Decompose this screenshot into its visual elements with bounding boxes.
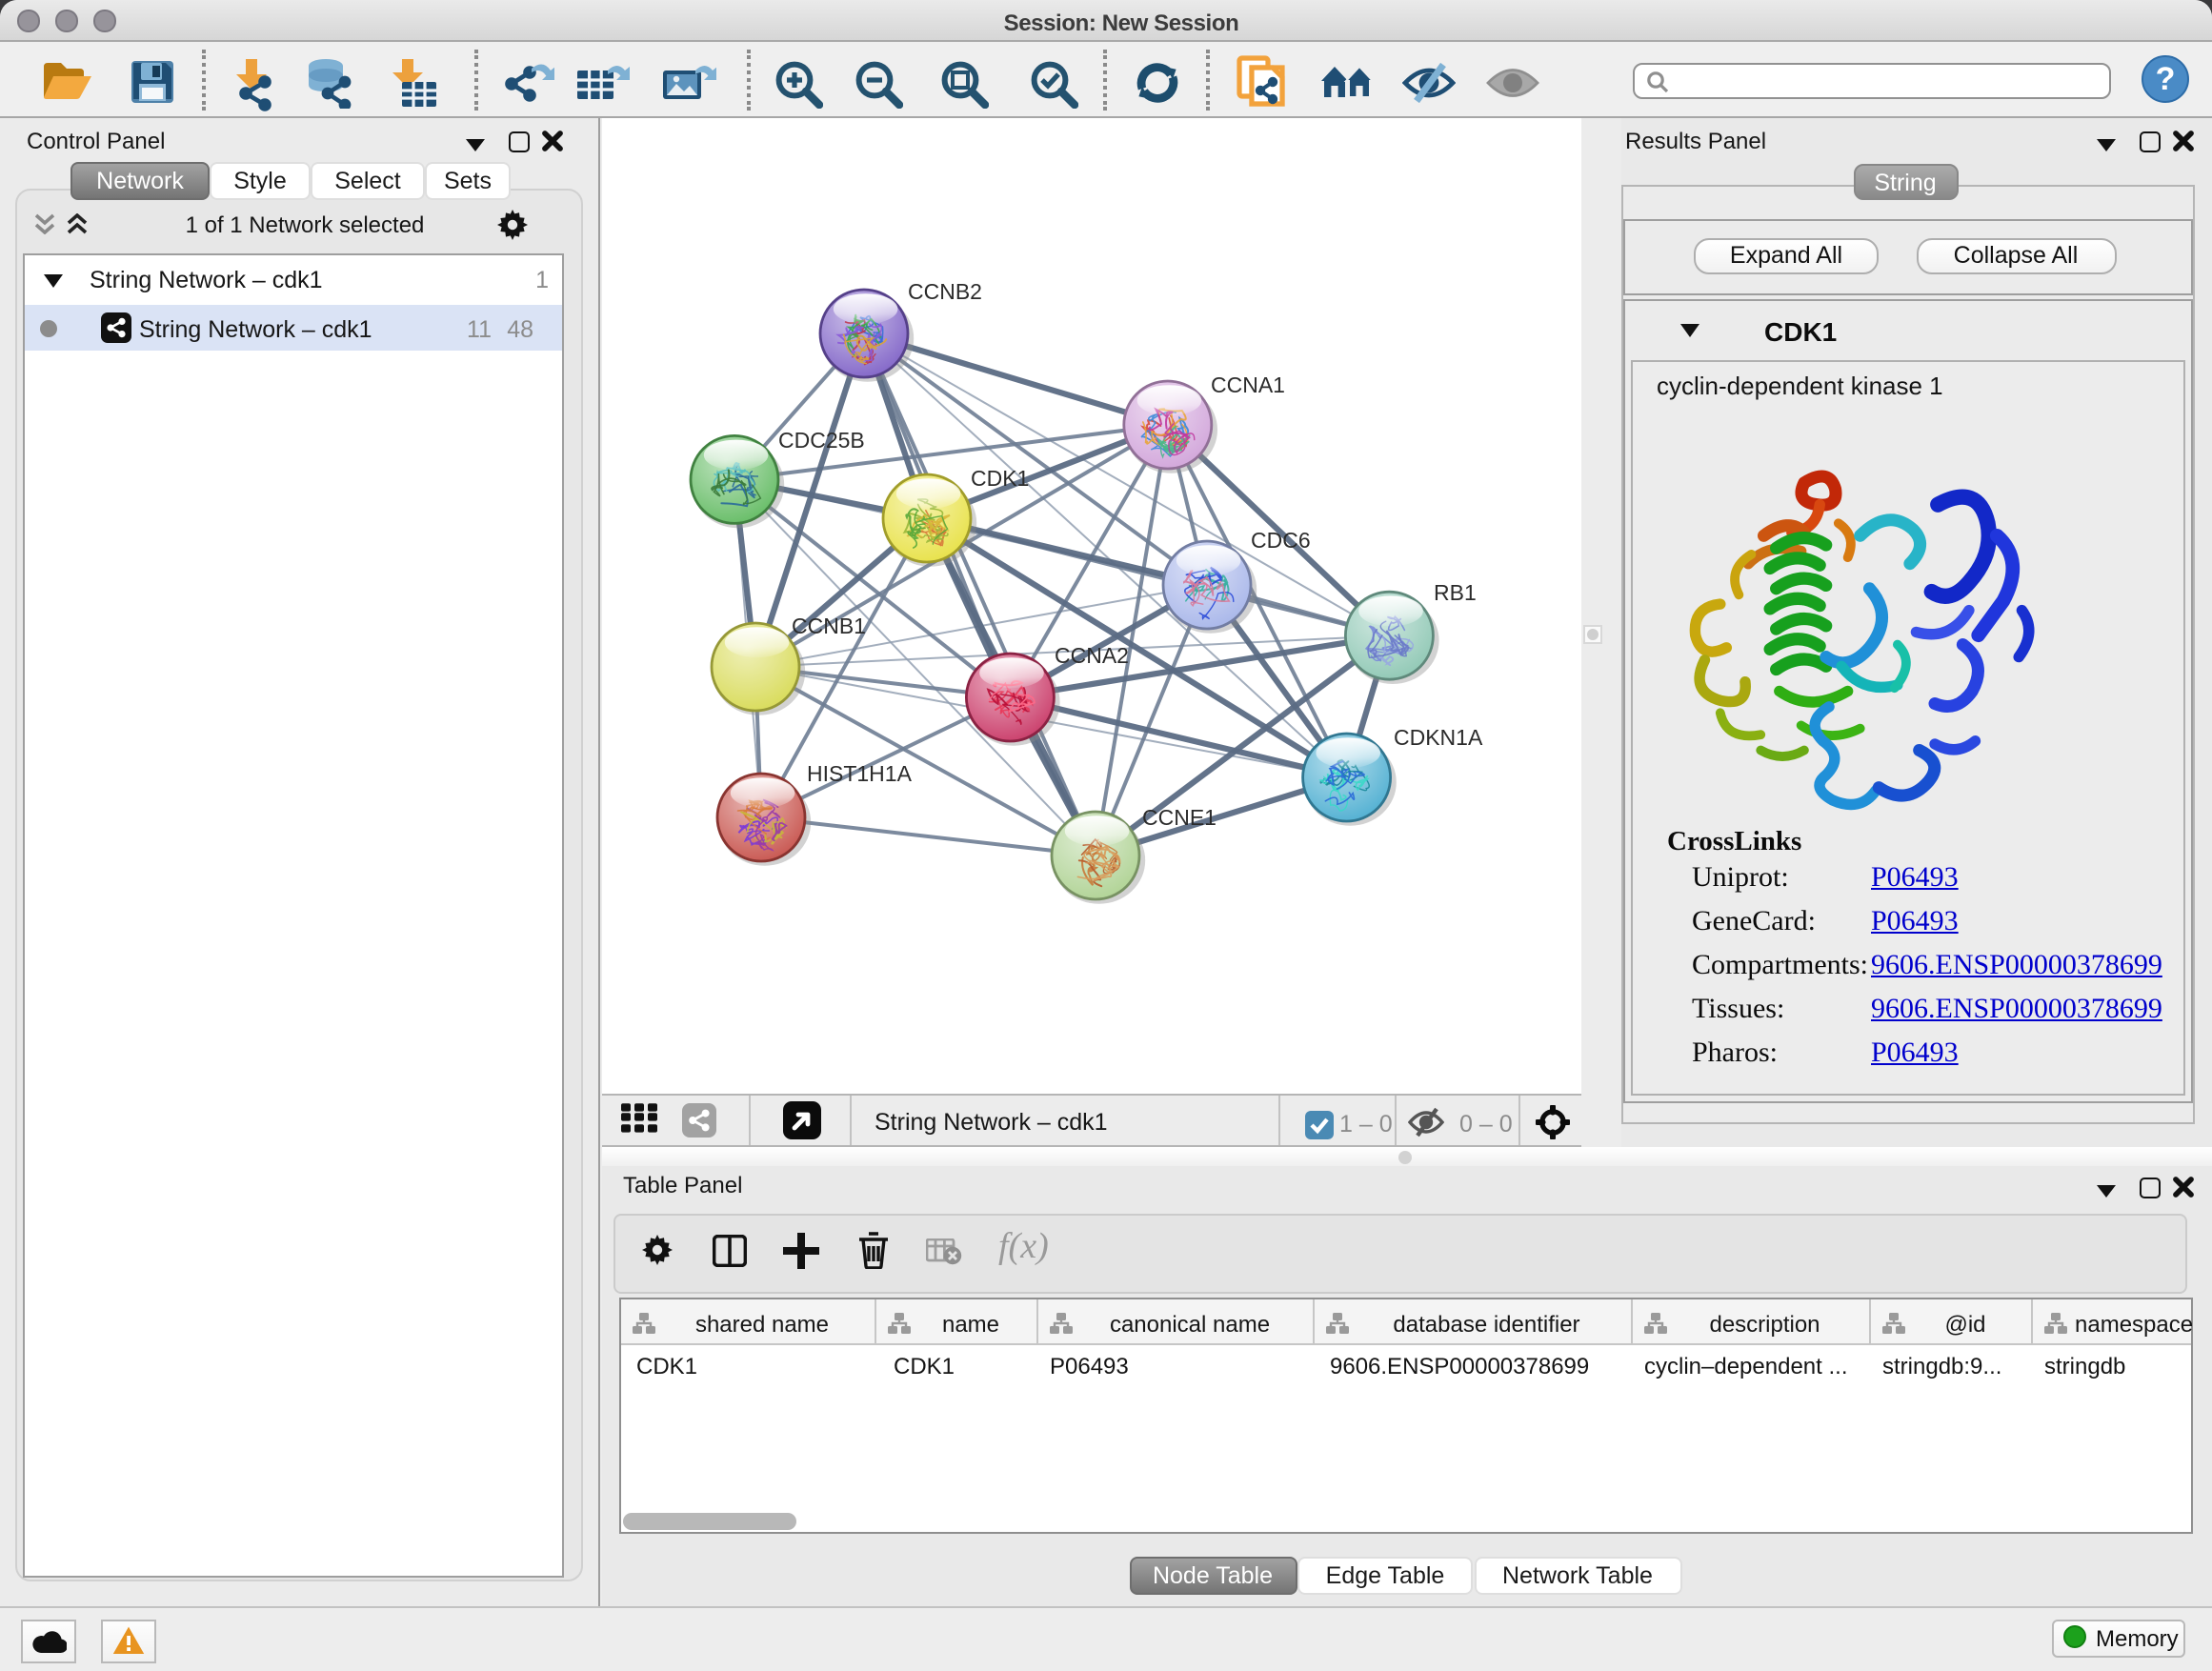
svg-text:CDK1: CDK1 — [971, 466, 1029, 491]
svg-text:CCNA2: CCNA2 — [1055, 643, 1129, 668]
svg-text:CCNE1: CCNE1 — [1142, 805, 1217, 830]
svg-text:CCNB1: CCNB1 — [792, 614, 866, 638]
svg-text:CCNA1: CCNA1 — [1211, 372, 1285, 397]
svg-text:HIST1H1A: HIST1H1A — [807, 761, 913, 786]
svg-text:CDKN1A: CDKN1A — [1394, 725, 1483, 750]
svg-text:RB1: RB1 — [1434, 580, 1477, 605]
svg-text:CDC6: CDC6 — [1251, 528, 1311, 553]
svg-text:CDC25B: CDC25B — [778, 428, 865, 453]
svg-text:CCNB2: CCNB2 — [908, 279, 982, 304]
